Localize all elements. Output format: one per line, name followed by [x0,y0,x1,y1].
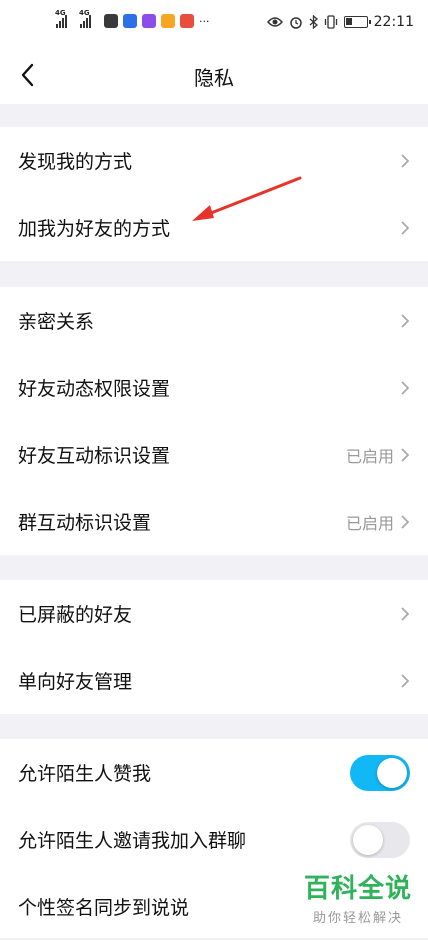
status-bar: 4G 4G ··· 22:11 [0,0,428,48]
setting-label: 单向好友管理 [18,671,133,693]
setting-label: 允许陌生人邀请我加入群聊 [18,830,247,852]
chevron-right-icon [401,220,410,235]
battery-icon [343,16,371,28]
vibrate-icon [324,15,337,29]
chevron-right-icon [401,153,410,168]
setting-label: 加我为好友的方式 [18,218,171,240]
chevron-right-icon [401,447,410,462]
bluetooth-icon [309,15,318,29]
setting-row-allow-stranger-group-invites: 允许陌生人邀请我加入群聊 [0,806,428,873]
watermark-subtitle: 助你轻松解决 [312,911,403,926]
setting-label: 已屏蔽的好友 [18,604,133,626]
chevron-right-icon [401,606,410,621]
status-right: 22:11 [266,14,414,30]
setting-label: 个性签名同步到说说 [18,897,190,919]
page-title: 隐私 [194,66,234,90]
stranger-group-invite-toggle[interactable] [350,821,410,858]
app-icon [161,14,175,28]
setting-row-allow-stranger-likes: 允许陌生人赞我 [0,739,428,806]
stranger-likes-toggle[interactable] [350,754,410,791]
chevron-right-icon [401,313,410,328]
app-icon [142,14,156,28]
setting-label: 允许陌生人赞我 [18,763,152,785]
chevron-right-icon [401,673,410,688]
setting-label: 群互动标识设置 [18,512,152,534]
nav-bar: 隐私 [0,48,428,104]
app-icon [123,14,137,28]
annotation-arrow-icon [192,176,302,221]
more-notifications-icon: ··· [199,14,210,28]
signal-icon: 4G [79,9,91,28]
toggle-knob [353,824,383,855]
setting-label: 好友互动标识设置 [18,445,171,467]
chevron-right-icon [401,514,410,529]
setting-label: 发现我的方式 [18,151,133,173]
clock-time: 22:11 [373,14,414,30]
setting-row-friend-interaction-badge[interactable]: 好友互动标识设置 已启用 [0,421,428,488]
watermark-logo: 百科全说 助你轻松解决 [304,868,412,926]
setting-row-feed-permissions[interactable]: 好友动态权限设置 [0,354,428,421]
network-type-label: 4G [55,9,66,17]
signal-icon: 4G [55,9,67,28]
setting-row-intimate-relations[interactable]: 亲密关系 [0,287,428,354]
network-type-label: 4G [79,9,90,17]
status-left: 4G 4G ··· [55,9,210,28]
setting-value: 已启用 [345,446,394,466]
eye-icon [266,17,283,27]
alarm-icon [289,17,302,29]
chevron-right-icon [401,380,410,395]
settings-group-blocked: 已屏蔽的好友 单向好友管理 [0,580,428,714]
setting-label: 好友动态权限设置 [18,378,171,400]
setting-row-blocked-friends[interactable]: 已屏蔽的好友 [0,580,428,647]
setting-row-group-interaction-badge[interactable]: 群互动标识设置 已启用 [0,488,428,555]
app-icon [180,14,194,28]
setting-value: 已启用 [345,513,394,533]
toggle-knob [377,757,407,788]
setting-row-one-way-friends[interactable]: 单向好友管理 [0,647,428,714]
settings-group-relations: 亲密关系 好友动态权限设置 好友互动标识设置 已启用 群互动标识设置 已启用 [0,287,428,555]
setting-label: 亲密关系 [18,311,95,333]
app-icon [104,14,118,28]
watermark-title: 百科全说 [303,874,412,904]
